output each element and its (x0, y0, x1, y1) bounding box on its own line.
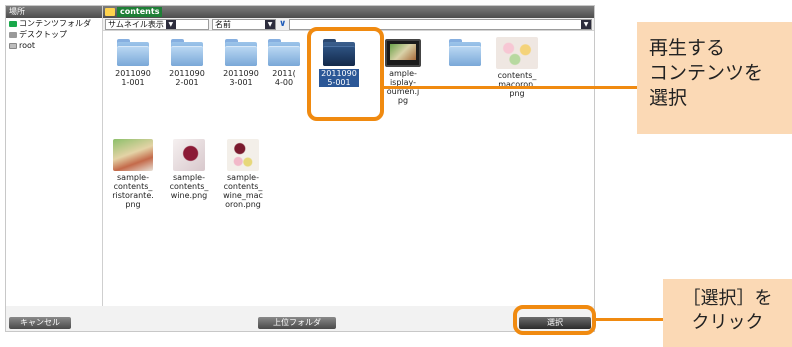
chevron-down-icon: ▼ (265, 19, 275, 29)
file-name: 2011090 1-001 (115, 69, 151, 87)
file-name: sample- contents_ ristorante. png (112, 173, 154, 209)
view-mode-select[interactable]: サムネイル表示 ▼ (105, 18, 209, 30)
location-header: 場所 (6, 6, 102, 18)
image-thumbnail (173, 139, 205, 171)
file-item-image[interactable]: sample- contents_ wine.png (161, 139, 217, 200)
desktop-icon (9, 31, 17, 38)
image-thumbnail (385, 39, 421, 67)
select-button-highlight (513, 305, 596, 335)
location-item-contents-folder[interactable]: コンテンツフォルダ (6, 18, 102, 29)
file-name: sample- contents_ wine.png (169, 173, 209, 200)
cancel-button[interactable]: キャンセル (9, 317, 71, 329)
location-item-label: デスクトップ (19, 30, 67, 39)
location-item-label: root (19, 41, 36, 50)
chevron-down-icon: ▼ (165, 19, 176, 29)
sort-key-select[interactable]: 名前 ▼ (212, 18, 276, 30)
file-item-image[interactable]: sample- contents_ wine_mac oron.png (215, 139, 271, 209)
file-name: contents_ macoron. png (497, 71, 537, 98)
location-item-desktop[interactable]: デスクトップ (6, 29, 102, 40)
location-item-label: コンテンツフォルダ (19, 19, 91, 28)
folder-icon (105, 8, 115, 16)
file-name: 2011090 2-001 (169, 69, 205, 87)
chevron-down-icon: ▼ (581, 19, 591, 29)
file-name: 2011( 4-00 (272, 69, 296, 87)
image-thumbnail (113, 139, 153, 171)
parent-folder-button[interactable]: 上位フォルダ (258, 317, 336, 329)
file-item-image[interactable]: ample- isplay- oumen.j pg (377, 39, 429, 105)
callout-connector (594, 318, 664, 321)
file-item-folder[interactable]: 2011( 4-00 (261, 39, 307, 87)
sort-key-value: 名前 (215, 19, 231, 29)
annotation-click-select: ［選択］を クリック (663, 279, 792, 347)
path-bar: contents (103, 6, 594, 18)
folder-green-icon (9, 20, 17, 27)
file-select-dialog: 場所 コンテンツフォルダ デスクトップ root contents サムネイル表… (5, 5, 595, 332)
current-path: contents (117, 7, 163, 17)
folder-icon (447, 39, 483, 67)
file-item-image[interactable]: sample- contents_ ristorante. png (103, 139, 163, 209)
callout-connector (382, 86, 638, 89)
folder-icon (266, 39, 302, 67)
folder-icon (169, 39, 205, 67)
file-item-folder[interactable]: 2011090 2-001 (159, 39, 215, 87)
file-item-folder[interactable] (437, 39, 493, 69)
location-pane: 場所 コンテンツフォルダ デスクトップ root (6, 6, 103, 306)
file-item-folder[interactable]: 2011090 1-001 (105, 39, 161, 87)
sort-order-toggle[interactable]: ∨ (279, 19, 286, 29)
folder-icon (223, 39, 259, 67)
folder-icon (115, 39, 151, 67)
image-thumbnail (496, 37, 538, 69)
file-name: sample- contents_ wine_mac oron.png (223, 173, 263, 209)
view-mode-value: サムネイル表示 (108, 19, 164, 29)
location-item-root[interactable]: root (6, 40, 102, 51)
annotation-select-content: 再生する コンテンツを 選択 (637, 22, 792, 134)
image-thumbnail (227, 139, 259, 171)
bottom-bar: キャンセル 上位フォルダ 選択 (6, 314, 594, 332)
drive-icon (9, 42, 17, 49)
selected-folder-highlight (307, 27, 384, 121)
